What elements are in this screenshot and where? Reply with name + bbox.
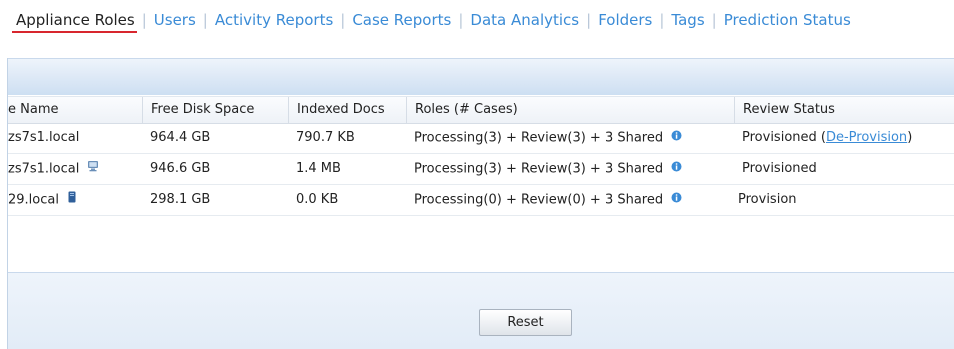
free-disk-space: 298.1 GB [150,192,211,207]
roles-text: Processing(3) + Review(3) + 3 Shared [414,161,664,177]
tab-data-analytics[interactable]: Data Analytics [470,11,579,29]
roles-cell: Processing(3) + Review(3) + 3 Shared [406,154,682,184]
indexed-docs: 0.0 KB [296,192,339,207]
tab-separator: | [659,11,665,29]
tab-separator: | [586,11,592,29]
appliance-name-cell: 29.local [0,185,77,215]
review-status: Provisioned (De-Provision) [734,123,912,153]
free-disk-space: 964.4 GB [150,130,211,145]
indexed-docs: 1.4 MB [296,161,341,176]
column-header-review-status[interactable]: Review Status [734,97,954,123]
column-header-name[interactable]: e Name [0,97,142,123]
table-header: e Name Free Disk Space Indexed Docs Role… [8,96,954,124]
appliance-roles-panel: e Name Free Disk Space Indexed Docs Role… [7,58,954,349]
roles-text: Processing(0) + Review(0) + 3 Shared [414,192,664,208]
tab-case-reports[interactable]: Case Reports [352,11,451,29]
roles-text: Processing(3) + Review(3) + 3 Shared [414,130,664,146]
server-icon [67,185,77,215]
tab-bar: Appliance Roles | Users | Activity Reports | C… [0,0,954,58]
tab-users[interactable]: Users [154,11,196,29]
roles-cell: Processing(0) + Review(0) + 3 Shared [406,185,682,215]
tab-separator: | [141,11,147,29]
de-provision-link[interactable]: De-Provision [826,130,907,145]
appliance-name: 29.local [8,192,59,208]
appliance-name-cell: zs7s1.local [0,154,99,184]
tab-separator: | [202,11,208,29]
table-row[interactable]: 29.local 298.1 GB 0.0 KB Processing(0) +… [8,185,954,216]
info-icon[interactable] [671,154,682,184]
indexed-docs: 790.7 KB [296,130,355,145]
tab-tags[interactable]: Tags [671,11,704,29]
panel-toolbar [8,58,954,95]
roles-cell: Processing(3) + Review(3) + 3 Shared [406,123,682,153]
column-header-free-disk-space[interactable]: Free Disk Space [142,97,288,123]
tab-separator: | [340,11,346,29]
review-status: Provisioned [742,161,817,176]
tab-appliance-roles[interactable]: Appliance Roles [16,11,135,29]
table-row[interactable]: zs7s1.local 946.6 GB 1.4 MB Processing(3… [8,154,954,185]
appliance-name: zs7s1.local [8,161,80,177]
tab-list: Appliance Roles | Users | Activity Reports | C… [16,9,851,31]
review-status-tail: ) [907,130,913,145]
review-status: Provision [738,192,797,207]
free-disk-space: 946.6 GB [150,161,211,176]
tab-separator: | [711,11,717,29]
appliance-name: zs7s1.local [8,130,80,145]
tab-separator: | [458,11,464,29]
review-status-text: Provisioned ( [742,130,826,145]
column-header-indexed-docs[interactable]: Indexed Docs [288,97,406,123]
table-row[interactable]: zs7s1.local 964.4 GB 790.7 KB Processing… [8,123,954,154]
computer-icon [87,154,99,184]
tab-activity-reports[interactable]: Activity Reports [215,11,333,29]
reset-button[interactable]: Reset [479,309,572,336]
info-icon[interactable] [671,123,682,153]
column-header-roles[interactable]: Roles (# Cases) [406,97,734,123]
panel-footer: Reset [8,272,954,349]
info-icon[interactable] [671,185,682,215]
tab-prediction-status[interactable]: Prediction Status [724,11,851,29]
tab-folders[interactable]: Folders [598,11,652,29]
